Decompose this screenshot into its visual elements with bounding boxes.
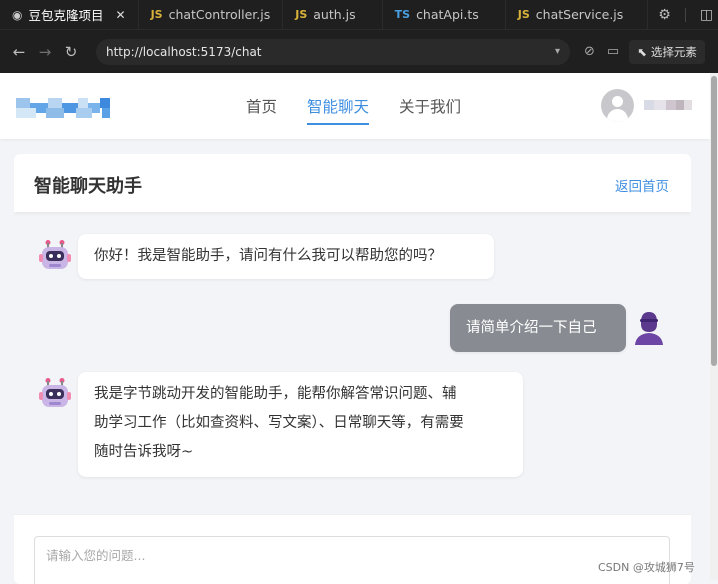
tab-label: chatApi.ts xyxy=(416,7,479,22)
chat-header: 智能聊天助手 返回首页 xyxy=(14,154,691,212)
input-placeholder: 请输入您的问题... xyxy=(46,548,146,563)
tab-chatapi[interactable]: TS chatApi.ts xyxy=(383,0,506,29)
back-arrow-icon[interactable]: ← xyxy=(8,41,30,63)
browser-tab-strip: ◉ 豆包克隆项目 ✕ JS chatController.js JS auth.… xyxy=(0,0,718,30)
message-line: 我是字节跳动开发的智能助手，能帮你解答常识问题、辅 xyxy=(94,386,457,402)
nav-home[interactable]: 首页 xyxy=(246,73,277,139)
avatar[interactable] xyxy=(601,89,634,122)
url-text: http://localhost:5173/chat xyxy=(106,44,262,59)
eye-icon: ◉ xyxy=(12,7,23,22)
reload-icon[interactable]: ↻ xyxy=(60,41,82,63)
chat-input-area: 请输入您的问题... xyxy=(14,514,691,584)
robot-icon xyxy=(39,378,71,407)
scrollbar-thumb[interactable] xyxy=(711,76,717,366)
chevron-down-icon[interactable]: ▾ xyxy=(555,46,560,57)
url-field[interactable]: http://localhost:5173/chat ▾ xyxy=(96,38,570,65)
assistant-message: 我是字节跳动开发的智能助手，能帮你解答常识问题、辅 助学习工作（比如查资料、写文… xyxy=(78,372,523,477)
typescript-file-icon: TS xyxy=(394,8,411,21)
tab-label: chatService.js xyxy=(535,7,624,22)
message-input[interactable]: 请输入您的问题... xyxy=(34,536,670,584)
divider xyxy=(684,7,686,22)
javascript-file-icon: JS xyxy=(517,8,530,21)
nav-smart-chat[interactable]: 智能聊天 xyxy=(307,73,370,139)
select-element-label: 选择元素 xyxy=(650,44,697,59)
tab-strip-actions: ⚙ ◫ ⋯ xyxy=(648,0,718,29)
tab-label: chatController.js xyxy=(168,7,271,22)
watermark: CSDN @攻城狮7号 xyxy=(598,561,695,574)
username-blurred xyxy=(644,100,692,110)
nav-about[interactable]: 关于我们 xyxy=(399,73,461,139)
user-message: 请简单介绍一下自己 xyxy=(450,304,626,352)
tab-auth[interactable]: JS auth.js xyxy=(283,0,383,29)
javascript-file-icon: JS xyxy=(295,8,308,21)
logo[interactable] xyxy=(16,98,110,118)
gear-icon[interactable]: ⚙ xyxy=(658,7,671,23)
main-nav: 首页 智能聊天 关于我们 xyxy=(230,73,461,139)
select-element-button[interactable]: ⬉ 选择元素 xyxy=(629,39,705,64)
site-header: 首页 智能聊天 关于我们 xyxy=(0,73,710,139)
scrollbar[interactable] xyxy=(710,73,718,580)
tab-project[interactable]: ◉ 豆包克隆项目 ✕ xyxy=(0,0,139,29)
chat-app: 首页 智能聊天 关于我们 智能聊天助手 返回首页 你好！我是智能助手，请问有什么… xyxy=(0,73,710,584)
tab-chatservice[interactable]: JS chatService.js xyxy=(506,0,649,29)
responsive-view-icon[interactable]: ▭ xyxy=(607,44,619,59)
robot-icon xyxy=(39,240,71,269)
message-text: 请简单介绍一下自己 xyxy=(466,320,597,336)
forward-arrow-icon[interactable]: → xyxy=(34,41,56,63)
chat-card: 智能聊天助手 返回首页 你好！我是智能助手，请问有什么我可以帮助您的吗？ 请简单… xyxy=(14,154,691,584)
close-icon[interactable]: ✕ xyxy=(116,8,126,22)
tab-label: 豆包克隆项目 xyxy=(28,8,104,23)
message-line: 助学习工作（比如查资料、写文案）、日常聊天等，有需要 xyxy=(94,415,464,431)
back-home-link[interactable]: 返回首页 xyxy=(615,175,669,195)
cursor-icon: ⬉ xyxy=(637,44,647,59)
compass-icon[interactable]: ⊘ xyxy=(584,44,595,59)
page-title: 智能聊天助手 xyxy=(34,176,142,197)
split-view-icon[interactable]: ◫ xyxy=(700,7,713,23)
address-bar: ← → ↻ http://localhost:5173/chat ▾ ⊘ ▭ ⬉… xyxy=(0,30,718,73)
tab-chatcontroller[interactable]: JS chatController.js xyxy=(139,0,284,29)
javascript-file-icon: JS xyxy=(150,8,163,21)
message-text: 你好！我是智能助手，请问有什么我可以帮助您的吗？ xyxy=(94,248,442,264)
tab-label: auth.js xyxy=(313,7,356,22)
address-actions: ⊘ ▭ xyxy=(584,44,619,59)
assistant-message: 你好！我是智能助手，请问有什么我可以帮助您的吗？ xyxy=(78,234,494,279)
message-line: 随时告诉我呀~ xyxy=(94,444,194,460)
message-list: 你好！我是智能助手，请问有什么我可以帮助您的吗？ 请简单介绍一下自己 我是字节跳… xyxy=(14,212,691,514)
user-avatar-icon xyxy=(635,312,663,345)
